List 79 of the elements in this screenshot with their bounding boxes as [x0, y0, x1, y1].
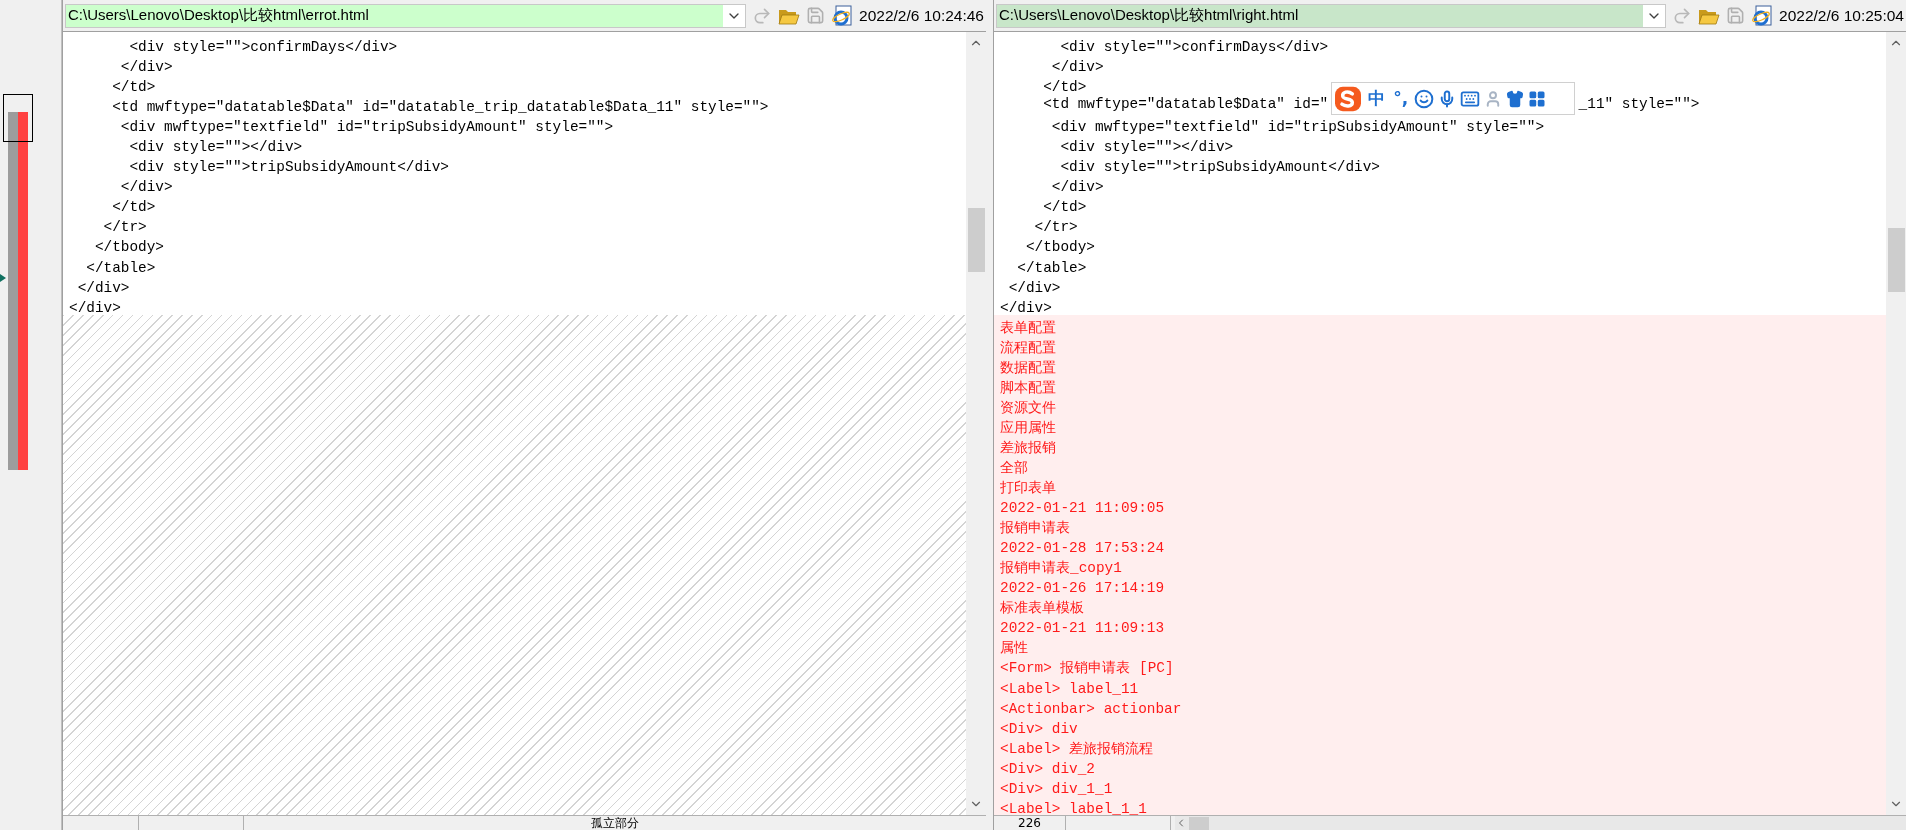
browser-document-icon[interactable]	[1751, 4, 1773, 27]
code-line: <div style="">confirmDays</div>	[128, 39, 398, 55]
overview-viewport[interactable]	[3, 94, 33, 142]
grid-icon[interactable]	[1528, 89, 1547, 108]
code-line: 打印表单	[1000, 480, 1056, 497]
keyboard-icon[interactable]	[1460, 88, 1481, 109]
code-line: 报销申请表	[1000, 520, 1070, 537]
code-line: 流程配置	[1000, 339, 1056, 356]
code-line: </div>	[1007, 279, 1061, 296]
code-line: 差旅报销	[1000, 439, 1056, 456]
redo-icon[interactable]	[752, 5, 772, 26]
code-line: <div style=""></div>	[128, 139, 303, 156]
code-line: </div>	[69, 299, 121, 316]
code-line: <Div> div_2	[1000, 760, 1095, 777]
browser-document-icon[interactable]	[831, 4, 853, 27]
code-line: </div>	[76, 279, 130, 296]
code-line: 脚本配置	[1000, 379, 1056, 396]
code-line: 2022-01-21 11:09:13	[1000, 620, 1165, 637]
code-line: </td>	[1042, 79, 1087, 96]
file-timestamp: 2022/2/6 10:24:46	[859, 5, 984, 26]
code-line: <Actionbar> actionbar	[1000, 700, 1182, 717]
code-line: </div>	[1050, 59, 1104, 76]
code-line: <div style="">tripSubsidyAmount</div>	[128, 159, 449, 176]
scroll-thumb[interactable]	[1887, 228, 1905, 292]
code-line: </table>	[1016, 259, 1087, 276]
code-line: <Form> 报销申请表 [PC]	[1000, 660, 1174, 677]
scroll-thumb[interactable]	[967, 208, 985, 272]
code-line: <div mwftype="textfield" id="tripSubsidyAmount" style="">	[119, 119, 614, 136]
line-count: 226	[1018, 816, 1041, 830]
code-line: 报销申请表_copy1	[1000, 560, 1122, 577]
code-line: 标准表单模板	[1000, 600, 1084, 617]
code-line: <td mwftype="datatable$Data" id="datatable_trip_datatable$Data_11" style="">	[111, 99, 769, 116]
code-line: <Label> 差旅报销流程	[1000, 740, 1154, 757]
current-position-icon	[0, 274, 6, 282]
save-icon[interactable]	[1726, 6, 1745, 25]
code-line: <div style="">tripSubsidyAmount</div>	[1059, 159, 1380, 176]
code-line: </tr>	[1033, 219, 1078, 236]
code-line: 2022-01-21 11:09:05	[1000, 500, 1165, 517]
ime-logo-icon[interactable]	[1334, 85, 1363, 112]
code-line: <Div> div_1_1	[1000, 780, 1113, 797]
code-line: 表单配置	[1000, 319, 1056, 336]
code-line: _11" style="">	[1578, 95, 1700, 115]
code-line: 数据配置	[1000, 359, 1056, 376]
code-line: </td>	[111, 199, 156, 216]
code-line: 2022-01-26 17:14:19	[1000, 580, 1165, 597]
ime-mode-button[interactable]: 中	[1366, 85, 1388, 112]
file-path-field[interactable]: C:\Users\Lenovo\Desktop\比较html\right.html	[996, 3, 1666, 28]
code-line: 属性	[1000, 640, 1028, 657]
code-line: <Label> label_11	[1000, 680, 1139, 697]
file-timestamp: 2022/2/6 10:25:04	[1779, 5, 1904, 26]
code-line: 应用属性	[1000, 419, 1056, 436]
code-line: </tr>	[102, 219, 147, 236]
emoji-icon[interactable]	[1414, 88, 1435, 109]
code-line: <div mwftype="textfield" id="tripSubsidyAmount" style="">	[1050, 119, 1545, 136]
status-text: 孤立部分	[591, 816, 639, 830]
file-path-field[interactable]: C:\Users\Lenovo\Desktop\比较html\errot.html	[65, 3, 746, 28]
code-line: </div>	[119, 179, 173, 196]
code-line: </div>	[1050, 179, 1104, 196]
code-line: 资源文件	[1000, 399, 1056, 416]
redo-icon[interactable]	[1672, 5, 1692, 26]
code-line: </table>	[85, 259, 156, 276]
code-line: </div>	[119, 59, 173, 76]
code-line: </td>	[111, 79, 156, 96]
code-line: 全部	[1000, 460, 1028, 476]
code-line: <Div> div	[1000, 720, 1078, 737]
ime-mode-button[interactable]: °,	[1391, 85, 1411, 112]
code-line: <Label> label_1_1	[1000, 800, 1147, 815]
scroll-thumb[interactable]	[1189, 816, 1209, 830]
code-line: </tbody>	[1024, 239, 1095, 256]
code-line: <div style=""></div>	[1059, 139, 1234, 156]
code-line: <div style="">confirmDays</div>	[1059, 39, 1329, 55]
shirt-icon[interactable]	[1506, 89, 1525, 108]
code-line: </tbody>	[93, 239, 164, 256]
horizontal-scrollbar[interactable]	[1175, 816, 1906, 830]
code-line: <td mwftype="datatable$Data" id="	[1042, 95, 1329, 115]
code-line: </div>	[1000, 299, 1052, 316]
code-line: 2022-01-28 17:53:24	[1000, 540, 1165, 557]
code-line: </td>	[1042, 199, 1087, 216]
save-icon[interactable]	[806, 6, 825, 25]
